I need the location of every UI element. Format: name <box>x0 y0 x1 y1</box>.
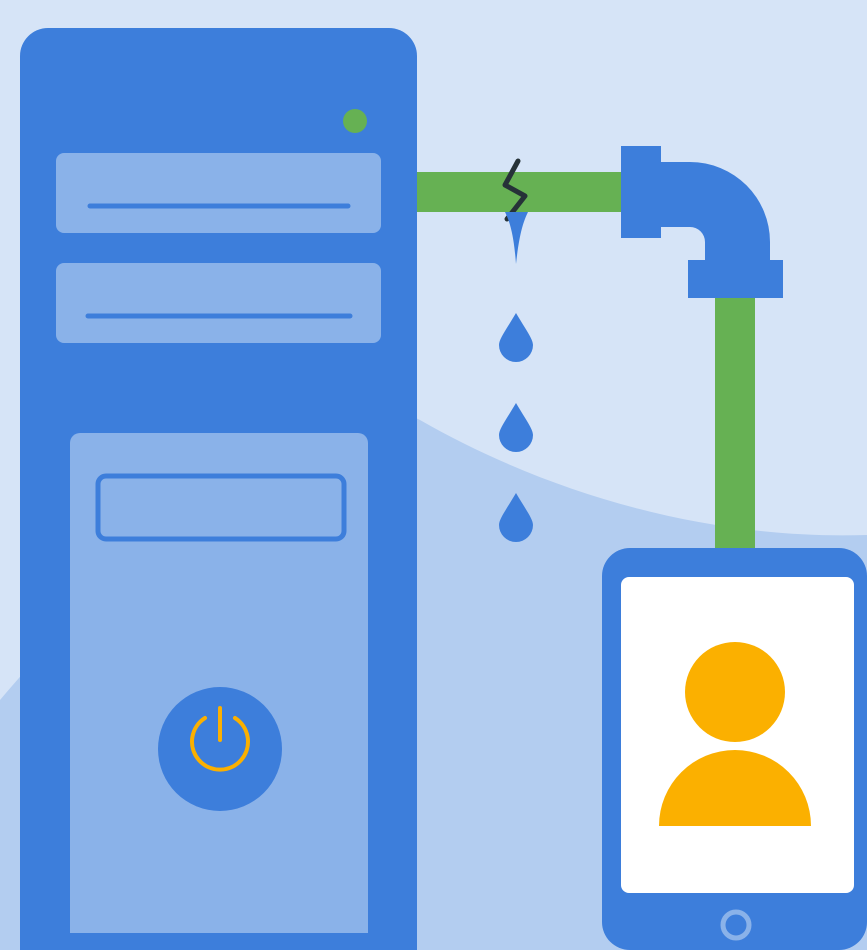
disc-slot <box>95 473 347 542</box>
pipe-flange-bottom <box>688 260 783 298</box>
illustration-canvas <box>0 0 867 950</box>
power-button <box>158 687 282 811</box>
drive-bay-2 <box>56 263 381 343</box>
pipe-vertical <box>715 290 755 548</box>
server-tower-icon <box>20 28 417 950</box>
phone-icon <box>602 548 867 950</box>
front-panel-bottom <box>70 920 368 933</box>
power-icon <box>158 687 282 811</box>
pipe-horizontal <box>417 172 632 212</box>
data-leak-illustration <box>0 0 867 950</box>
status-led <box>343 109 367 133</box>
drive-bay-1 <box>56 153 381 233</box>
user-head <box>685 642 785 742</box>
